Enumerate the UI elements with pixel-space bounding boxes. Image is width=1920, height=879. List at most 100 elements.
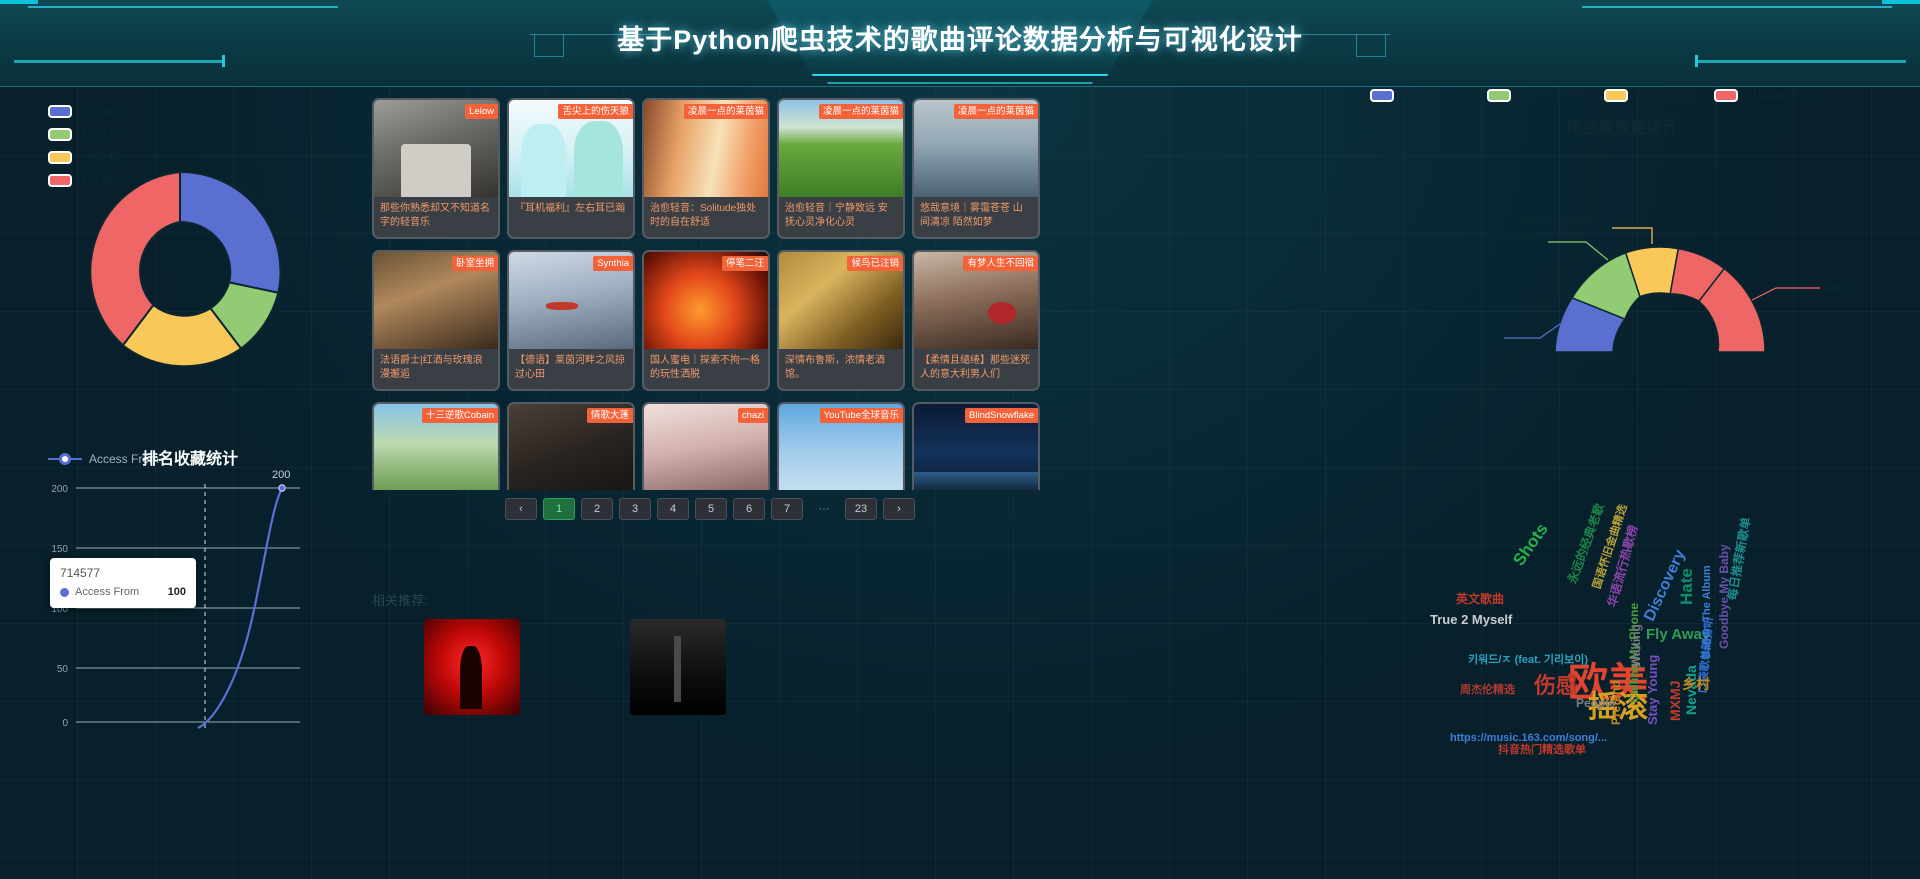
song-card[interactable]: 凌晨一点的莱茵猫治愈轻音：Solitude独处时的自在舒适 <box>642 98 770 239</box>
word-cloud-item[interactable]: People <box>1576 697 1615 709</box>
legend-item[interactable]: 2919060992 <box>1487 88 1586 102</box>
song-card-thumbnail[interactable]: 十三逆歌Cobain <box>374 404 498 490</box>
song-card-caption[interactable]: 治愈轻音｜宁静致远 安抚心灵净化心灵 <box>779 197 903 237</box>
related-thumbnail[interactable] <box>630 619 726 715</box>
song-card-tag[interactable]: 舌尖上的伤天狼 <box>558 104 633 119</box>
data-point[interactable] <box>279 485 285 491</box>
song-card[interactable]: 凌晨一点的莱茵猫治愈轻音｜宁静致远 安抚心灵净化心灵 <box>777 98 905 239</box>
pagination[interactable]: ‹1234567···23› <box>372 498 1048 520</box>
song-card-tag[interactable]: 候鸟已注销 <box>847 256 903 271</box>
song-card[interactable]: 候鸟已注销深情布鲁斯，浓情老酒馆。 <box>777 250 905 391</box>
legend-item[interactable]: 5778465280 <box>1370 88 1469 102</box>
pagination-page-7[interactable]: 7 <box>771 498 803 520</box>
song-card[interactable]: 有梦人生不回宿【柔情且缱绻】那些迷死人的意大利男人们 <box>912 250 1040 391</box>
related-thumbnail[interactable] <box>424 619 520 715</box>
play-chart-title: 排名播放量统计 <box>1566 114 1678 138</box>
song-card-tag[interactable]: 卧室坐拥 <box>452 256 498 271</box>
word-cloud-item[interactable]: 伤感 <box>1534 675 1578 697</box>
song-card[interactable]: 凌晨一点的莱茵猫悠哉意境｜雾霭苍苍 山间清凉 陌然如梦 <box>912 98 1040 239</box>
comment-statistics-chart: 155367 13093 220245 77188 排名评论统计 <box>0 90 360 390</box>
word-cloud-item[interactable]: Stay Young <box>1646 655 1659 725</box>
song-card-thumbnail[interactable]: 卧室坐拥 <box>374 252 498 349</box>
word-cloud-item[interactable]: 乡村 <box>1682 677 1710 691</box>
song-card-thumbnail[interactable]: 凌晨一点的莱茵猫 <box>644 100 768 197</box>
song-card-tag[interactable]: 十三逆歌Cobain <box>422 408 498 423</box>
legend-item[interactable]: 11924867072 <box>1714 88 1819 102</box>
song-card-tag[interactable]: Lelow <box>465 104 498 119</box>
related-title: 相关推荐: <box>372 590 1048 609</box>
word-cloud-item[interactable]: MXMJ <box>1668 681 1682 721</box>
legend-item[interactable]: 155367 <box>48 104 120 118</box>
word-cloud-item[interactable]: 키워드/ㅈ (feat. 기리보이) <box>1468 655 1588 666</box>
pagination-page-5[interactable]: 5 <box>695 498 727 520</box>
song-card-tag[interactable]: YouTube全球音乐 <box>820 408 903 423</box>
word-cloud-item[interactable]: 英文歌曲 <box>1456 593 1504 605</box>
song-card-caption[interactable]: 治愈轻音：Solitude独处时的自在舒适 <box>644 197 768 237</box>
song-card-tag[interactable]: 凌晨一点的莱茵猫 <box>819 104 903 119</box>
pagination-page-2[interactable]: 2 <box>581 498 613 520</box>
song-card-tag[interactable]: 凌晨一点的莱茵猫 <box>954 104 1038 119</box>
data-point-label: 200 <box>272 470 290 481</box>
legend-item[interactable]: 577031616 <box>1604 88 1696 102</box>
song-card-caption[interactable]: 【柔情且缱绻】那些迷死人的意大利男人们 <box>914 349 1038 389</box>
word-cloud-item[interactable]: True 2 Myself <box>1430 613 1512 626</box>
song-card[interactable]: chazi <box>642 402 770 490</box>
song-card-thumbnail[interactable]: 停笔二汪 <box>644 252 768 349</box>
pagination-page-1[interactable]: 1 <box>543 498 575 520</box>
word-cloud-item[interactable]: Hate <box>1678 568 1695 605</box>
song-card[interactable]: Lelow 那些你熟悉却又不知道名字的轻音乐 <box>372 98 500 239</box>
pagination-next-button[interactable]: › <box>883 498 915 520</box>
pagination-page-23[interactable]: 23 <box>845 498 877 520</box>
song-card-thumbnail[interactable]: Synthia <box>509 252 633 349</box>
song-card-caption[interactable]: 悠哉意境｜雾霭苍苍 山间清凉 陌然如梦 <box>914 197 1038 237</box>
word-cloud-item[interactable]: 周杰伦精选 <box>1460 685 1515 696</box>
word-cloud-item[interactable]: https://music.163.com/song/... <box>1450 733 1607 744</box>
song-card[interactable]: YouTube全球音乐 <box>777 402 905 490</box>
pagination-page-6[interactable]: 6 <box>733 498 765 520</box>
song-card-tag[interactable]: 停笔二汪 <box>722 256 768 271</box>
play-statistics-chart: 5778465280 2919060992 577031616 11924867… <box>1360 82 1920 412</box>
song-card-caption[interactable]: 深情布鲁斯，浓情老酒馆。 <box>779 349 903 389</box>
song-card-thumbnail[interactable]: 凌晨一点的莱茵猫 <box>779 100 903 197</box>
song-card-thumbnail[interactable]: 凌晨一点的莱茵猫 <box>914 100 1038 197</box>
song-card-tag[interactable]: Synthia <box>593 256 633 271</box>
comment-donut-svg[interactable] <box>70 162 290 382</box>
song-card[interactable]: Synthia 【德语】莱茵河畔之风掠过心田 <box>507 250 635 391</box>
legend-item[interactable]: 13093 <box>48 127 120 141</box>
song-card-caption[interactable]: 那些你熟悉却又不知道名字的轻音乐 <box>374 197 498 237</box>
song-card[interactable]: 舌尖上的伤天狼『耳机福利』左右耳已瀚 <box>507 98 635 239</box>
song-card-tag[interactable]: 凌晨一点的莱茵猫 <box>684 104 768 119</box>
word-cloud-item[interactable]: 抖音热门精选歌单 <box>1498 745 1586 756</box>
song-card-thumbnail[interactable]: Lelow <box>374 100 498 197</box>
song-card-caption[interactable]: 『耳机福利』左右耳已瀚 <box>509 197 633 237</box>
song-card[interactable]: 停笔二汪国人蜜电｜探索不拘一格的玩性洒脱 <box>642 250 770 391</box>
song-card[interactable]: 卧室坐拥法语爵士|红酒与玫瑰浪漫邂逅 <box>372 250 500 391</box>
song-card-caption[interactable]: 【德语】莱茵河畔之风掠过心田 <box>509 349 633 389</box>
legend-label: 2919060992 <box>1519 88 1586 102</box>
song-card-tag[interactable]: 有梦人生不回宿 <box>963 256 1038 271</box>
song-card-thumbnail[interactable]: 情歌大蓬 <box>509 404 633 490</box>
song-card-thumbnail[interactable]: 舌尖上的伤天狼 <box>509 100 633 197</box>
song-card-thumbnail[interactable]: 有梦人生不回宿 <box>914 252 1038 349</box>
word-cloud-item[interactable]: Waiting <box>1630 624 1642 667</box>
song-card[interactable]: 情歌大蓬 <box>507 402 635 490</box>
song-card-thumbnail[interactable]: YouTube全球音乐 <box>779 404 903 490</box>
donut-slice-blue[interactable] <box>180 172 280 293</box>
song-card-caption[interactable]: 法语爵士|红酒与玫瑰浪漫邂逅 <box>374 349 498 389</box>
song-card[interactable]: 十三逆歌Cobain <box>372 402 500 490</box>
play-gauge-svg[interactable]: 577031616 (20%) 2919060... ... 119... <box>1380 142 1900 392</box>
song-card-thumbnail[interactable]: chazi <box>644 404 768 490</box>
song-card-caption[interactable]: 国人蜜电｜探索不拘一格的玩性洒脱 <box>644 349 768 389</box>
pagination-page-3[interactable]: 3 <box>619 498 651 520</box>
song-card-tag[interactable]: 情歌大蓬 <box>587 408 633 423</box>
song-card[interactable]: BlindSnowflake <box>912 402 1040 490</box>
pagination-prev-button[interactable]: ‹ <box>505 498 537 520</box>
legend-swatch-icon <box>1487 89 1511 102</box>
pagination-page-4[interactable]: 4 <box>657 498 689 520</box>
pagination-ellipsis[interactable]: ··· <box>809 499 839 519</box>
tooltip-row: Access From 100 <box>60 586 186 598</box>
song-card-tag[interactable]: BlindSnowflake <box>965 408 1038 423</box>
song-card-tag[interactable]: chazi <box>738 408 768 423</box>
song-card-thumbnail[interactable]: 候鸟已注销 <box>779 252 903 349</box>
song-card-thumbnail[interactable]: BlindSnowflake <box>914 404 1038 490</box>
